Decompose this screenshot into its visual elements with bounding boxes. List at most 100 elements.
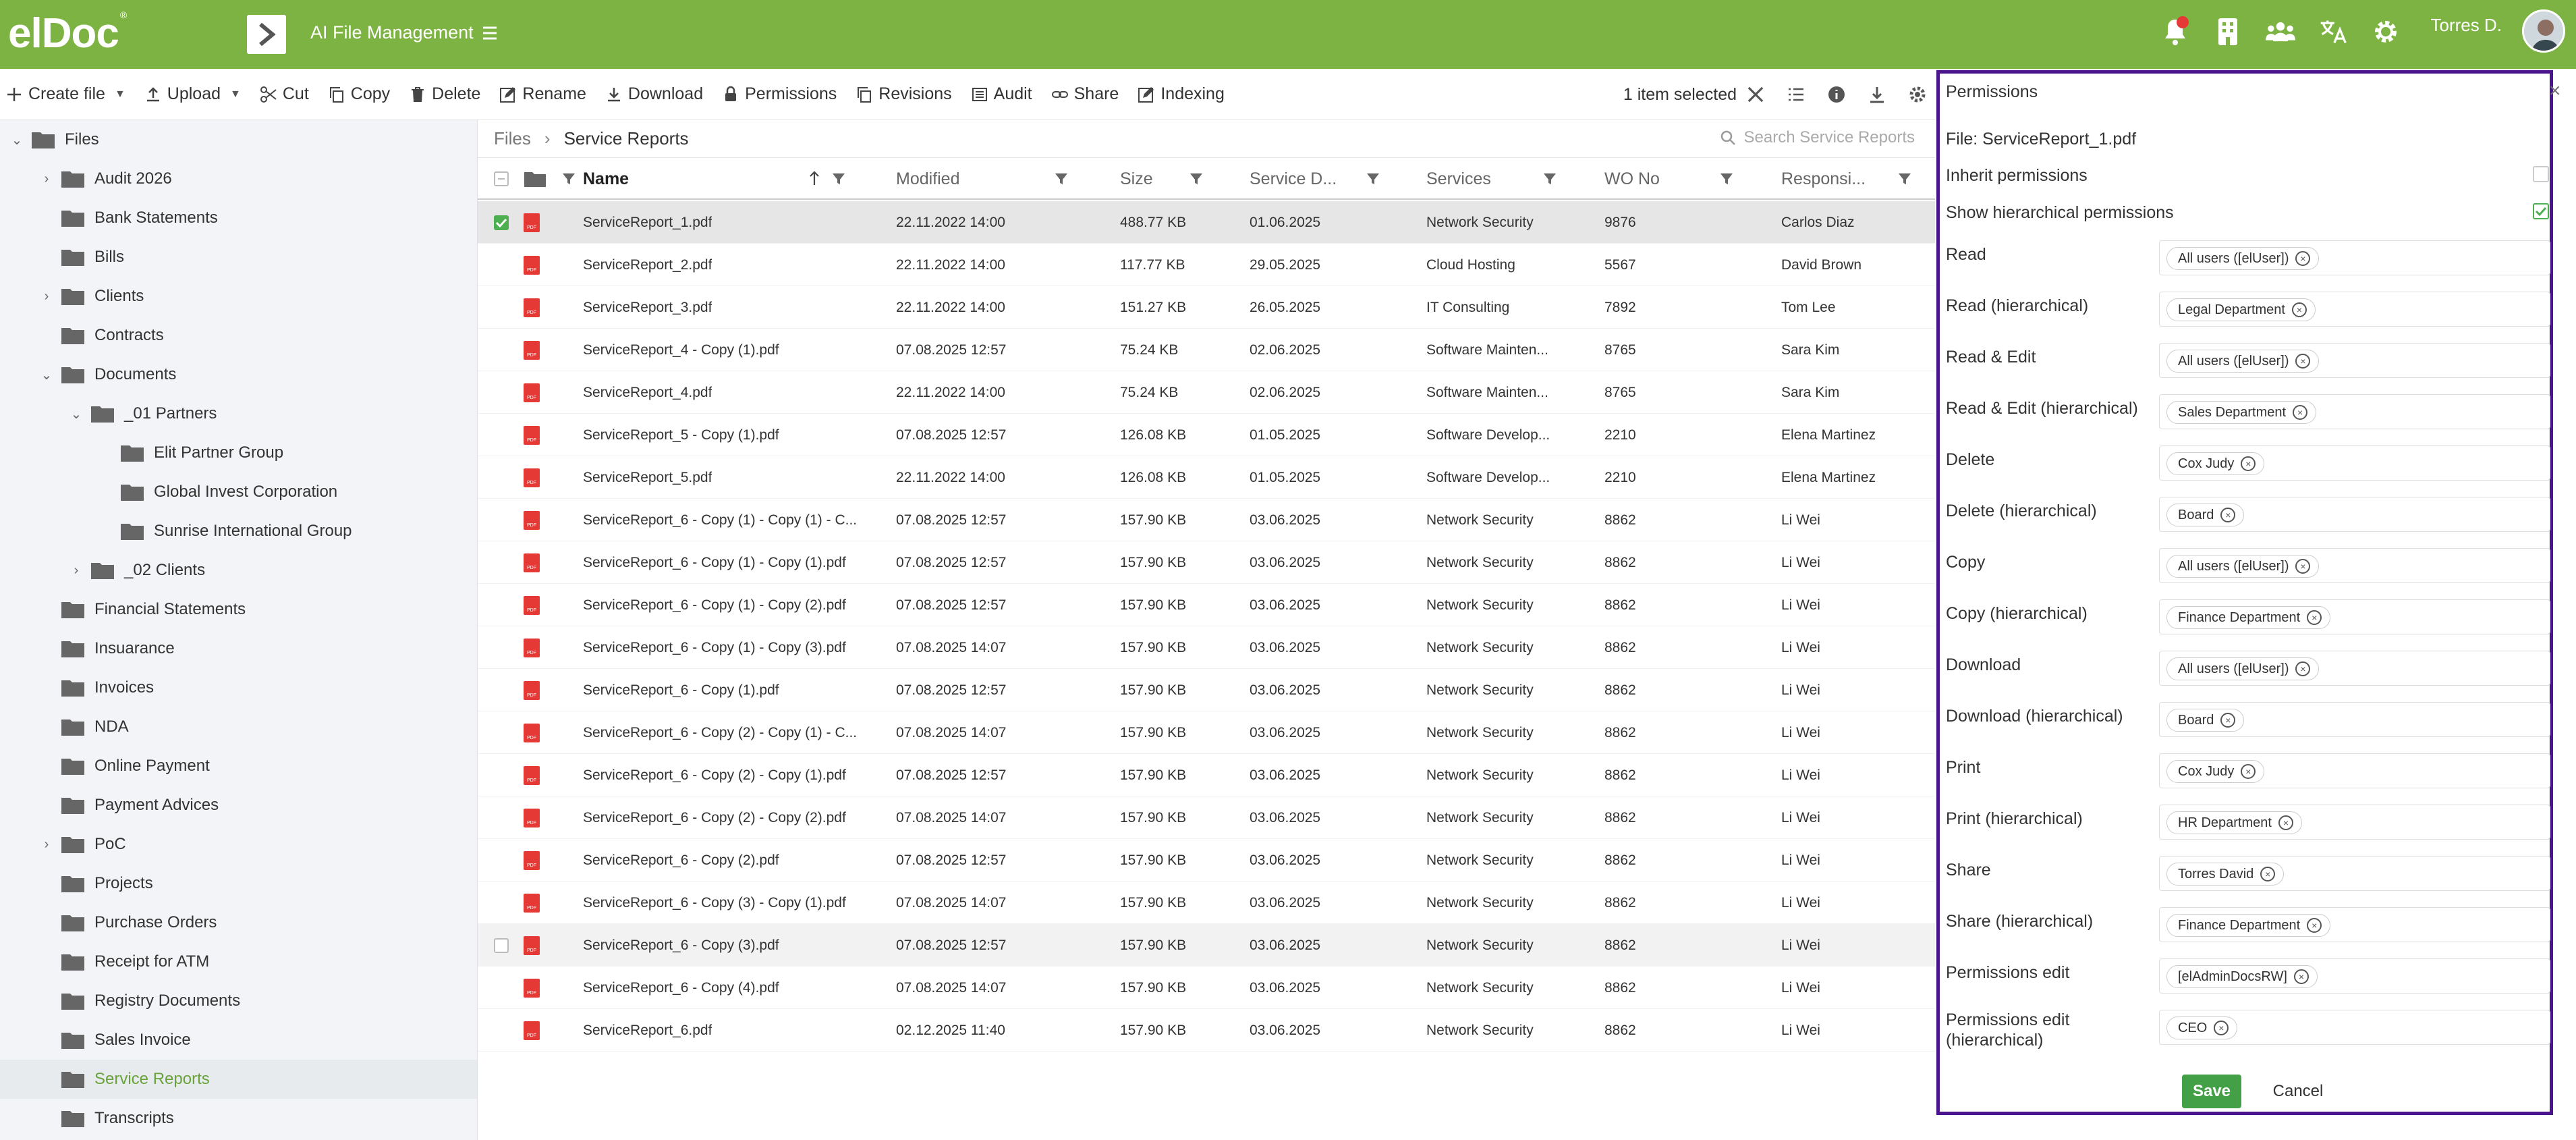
- permission-select-delete[interactable]: Cox Judy ×: [2159, 445, 2550, 481]
- remove-chip-icon[interactable]: ×: [2307, 610, 2322, 625]
- delete-button[interactable]: Delete: [409, 84, 480, 104]
- chevron-down-icon[interactable]: ⌄: [36, 364, 57, 385]
- sidebar-item-sunrise-international-group[interactable]: Sunrise International Group: [0, 512, 477, 551]
- permission-select-download-hierarchical[interactable]: Board ×: [2159, 702, 2550, 737]
- remove-chip-icon[interactable]: ×: [2295, 559, 2311, 574]
- remove-chip-icon[interactable]: ×: [2293, 405, 2308, 420]
- remove-chip-icon[interactable]: ×: [2220, 508, 2236, 522]
- copy-button[interactable]: Copy: [328, 84, 390, 104]
- chevron-right-icon[interactable]: ›: [36, 834, 57, 854]
- gear-icon[interactable]: [2371, 15, 2401, 49]
- sidebar-item-invoices[interactable]: Invoices: [0, 668, 477, 707]
- chevron-down-icon[interactable]: ⌄: [66, 404, 86, 424]
- remove-chip-icon[interactable]: ×: [2291, 302, 2307, 317]
- sidebar-item-02-clients[interactable]: › _02 Clients: [0, 551, 477, 590]
- permission-select-permissions-edit-hierarchical[interactable]: CEO ×: [2159, 1010, 2550, 1045]
- search-input[interactable]: Search Service Reports: [1744, 128, 1915, 147]
- avatar[interactable]: [2522, 9, 2565, 53]
- filter-icon[interactable]: [561, 171, 576, 186]
- chevron-right-icon[interactable]: ›: [66, 560, 86, 580]
- rename-button[interactable]: Rename: [499, 84, 586, 104]
- sidebar-item-clients[interactable]: › Clients: [0, 277, 477, 316]
- table-row[interactable]: PDF ServiceReport_6 - Copy (2) - Copy (1)…: [478, 711, 1935, 754]
- chevron-down-icon[interactable]: ⌄: [7, 130, 27, 150]
- search-box[interactable]: Search Service Reports: [1720, 128, 1915, 147]
- sidebar-item-online-payment[interactable]: Online Payment: [0, 747, 477, 786]
- sidebar-item-insuarance[interactable]: Insuarance: [0, 629, 477, 668]
- table-row[interactable]: PDF ServiceReport_6 - Copy (3).pdf 07.08.2…: [478, 924, 1935, 967]
- audit-button[interactable]: Audit: [971, 84, 1032, 104]
- sidebar-item-bills[interactable]: Bills: [0, 238, 477, 277]
- table-row[interactable]: PDF ServiceReport_5 - Copy (1).pdf 07.08.2…: [478, 414, 1935, 456]
- sidebar-item-financial-statements[interactable]: Financial Statements: [0, 590, 477, 629]
- chevron-right-icon[interactable]: ›: [36, 286, 57, 306]
- permission-select-permissions-edit[interactable]: [elAdminDocsRW] ×: [2159, 958, 2550, 994]
- remove-chip-icon[interactable]: ×: [2293, 969, 2309, 984]
- row-checkbox[interactable]: [494, 215, 509, 230]
- revisions-button[interactable]: Revisions: [856, 84, 952, 104]
- chevron-right-icon[interactable]: ›: [36, 169, 57, 189]
- column-service-date-header[interactable]: Service D...: [1250, 158, 1337, 200]
- filter-icon[interactable]: [1054, 171, 1069, 186]
- filter-icon[interactable]: [1542, 171, 1557, 186]
- sidebar-item-transcripts[interactable]: Transcripts: [0, 1099, 477, 1138]
- remove-chip-icon[interactable]: ×: [2295, 354, 2311, 369]
- cut-button[interactable]: Cut: [260, 84, 309, 104]
- column-size-header[interactable]: Size: [1120, 158, 1153, 200]
- remove-chip-icon[interactable]: ×: [2260, 867, 2276, 881]
- permission-select-print[interactable]: Cox Judy ×: [2159, 753, 2550, 788]
- filter-icon[interactable]: [1189, 171, 1204, 186]
- gear-icon[interactable]: [1908, 85, 1927, 104]
- table-row[interactable]: PDF ServiceReport_6 - Copy (2) - Copy (2)…: [478, 796, 1935, 839]
- clear-selection-icon[interactable]: [1746, 85, 1765, 104]
- permission-select-share-hierarchical[interactable]: Finance Department ×: [2159, 907, 2550, 942]
- remove-chip-icon[interactable]: ×: [2241, 764, 2256, 779]
- permission-select-print-hierarchical[interactable]: HR Department ×: [2159, 805, 2550, 840]
- sidebar-item-files[interactable]: ⌄ Files: [0, 120, 477, 159]
- column-modified-header[interactable]: Modified: [896, 158, 960, 200]
- permission-select-copy[interactable]: All users ([elUser]) ×: [2159, 548, 2550, 583]
- select-all-checkbox[interactable]: [494, 171, 509, 186]
- remove-chip-icon[interactable]: ×: [2295, 661, 2311, 676]
- sidebar-item-receipt-for-atm[interactable]: Receipt for ATM: [0, 942, 477, 981]
- download-button[interactable]: Download: [605, 84, 703, 104]
- remove-chip-icon[interactable]: ×: [2241, 456, 2256, 471]
- permission-select-copy-hierarchical[interactable]: Finance Department ×: [2159, 599, 2550, 634]
- table-row[interactable]: PDF ServiceReport_6 - Copy (1).pdf 07.08.2…: [478, 669, 1935, 711]
- sidebar-item-payment-advices[interactable]: Payment Advices: [0, 786, 477, 825]
- share-button[interactable]: Share: [1051, 84, 1119, 104]
- list-view-icon[interactable]: [1787, 85, 1805, 104]
- sort-ascending-icon[interactable]: [808, 170, 820, 186]
- remove-chip-icon[interactable]: ×: [2295, 251, 2311, 266]
- permission-select-read-edit[interactable]: All users ([elUser]) ×: [2159, 343, 2550, 378]
- sidebar-item-01-partners[interactable]: ⌄ _01 Partners: [0, 394, 477, 433]
- sidebar-item-registry-documents[interactable]: Registry Documents: [0, 981, 477, 1021]
- building-icon[interactable]: [2213, 15, 2243, 49]
- close-icon[interactable]: ×: [2549, 80, 2561, 103]
- table-row[interactable]: PDF ServiceReport_6 - Copy (2) - Copy (1)…: [478, 754, 1935, 796]
- table-row[interactable]: PDF ServiceReport_4 - Copy (1).pdf 07.08.2…: [478, 329, 1935, 371]
- sidebar-item-documents[interactable]: ⌄ Documents: [0, 355, 477, 394]
- sidebar-item-sales-invoice[interactable]: Sales Invoice: [0, 1021, 477, 1060]
- table-row[interactable]: PDF ServiceReport_6 - Copy (1) - Copy (3)…: [478, 626, 1935, 669]
- user-name[interactable]: Torres D.: [2431, 15, 2502, 36]
- permission-select-read[interactable]: All users ([elUser]) ×: [2159, 240, 2550, 275]
- sidebar-item-nda[interactable]: NDA: [0, 707, 477, 747]
- column-responsible-header[interactable]: Responsi...: [1781, 158, 1866, 200]
- sidebar-item-poc[interactable]: › PoC: [0, 825, 477, 864]
- cancel-button[interactable]: Cancel: [2258, 1075, 2339, 1108]
- filter-icon[interactable]: [831, 171, 846, 186]
- column-name-header[interactable]: Name: [583, 158, 629, 200]
- inherit-permissions-checkbox[interactable]: [2533, 166, 2549, 182]
- permission-select-delete-hierarchical[interactable]: Board ×: [2159, 497, 2550, 532]
- permission-select-share[interactable]: Torres David ×: [2159, 856, 2550, 891]
- download-icon[interactable]: [1868, 85, 1886, 104]
- remove-chip-icon[interactable]: ×: [2307, 918, 2322, 933]
- sidebar-item-elit-partner-group[interactable]: Elit Partner Group: [0, 433, 477, 472]
- sidebar-item-purchase-orders[interactable]: Purchase Orders: [0, 903, 477, 942]
- table-row[interactable]: PDF ServiceReport_6 - Copy (2).pdf 07.08.2…: [478, 839, 1935, 881]
- table-row[interactable]: PDF ServiceReport_2.pdf 22.11.2022 14:00 11…: [478, 244, 1935, 286]
- sidebar-item-contracts[interactable]: Contracts: [0, 316, 477, 355]
- table-row[interactable]: PDF ServiceReport_6 - Copy (1) - Copy (2)…: [478, 584, 1935, 626]
- table-row[interactable]: PDF ServiceReport_6 - Copy (3) - Copy (1)…: [478, 881, 1935, 924]
